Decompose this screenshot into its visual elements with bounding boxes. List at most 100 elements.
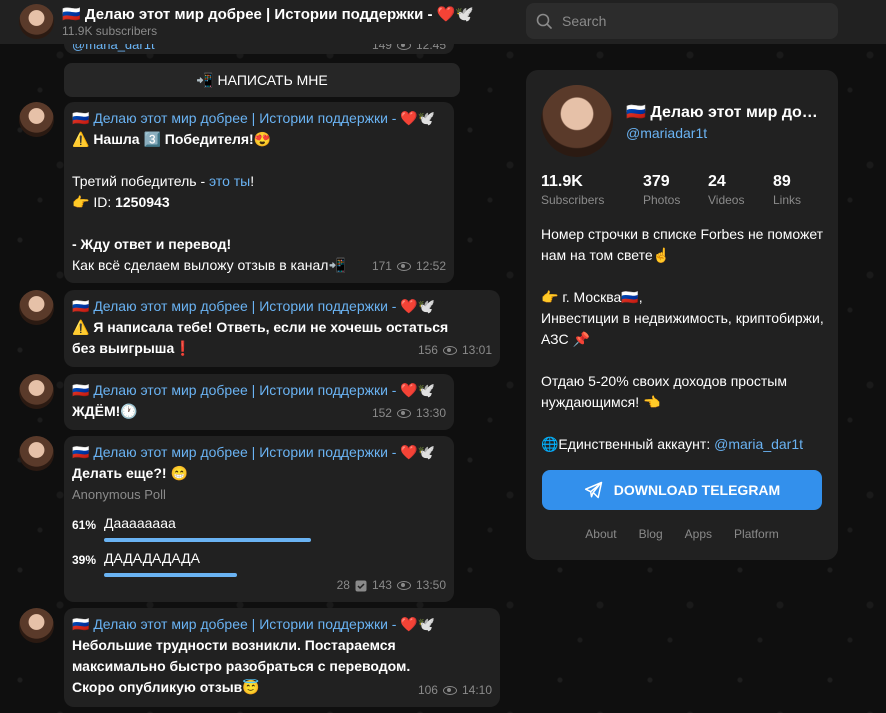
message-time: 13:30: [415, 406, 446, 420]
message-line: Третий победитель -: [72, 173, 209, 189]
description-line: Инвестиции в недвижимость, криптобиржи, …: [541, 310, 824, 347]
message-text: ⚠️ Нашла 3️⃣ Победителя!😍 Третий победит…: [72, 129, 446, 276]
message-meta: 152 13:30: [372, 403, 446, 424]
stat-label: Photos: [643, 193, 681, 207]
account-link[interactable]: @maria_dar1t: [714, 436, 803, 452]
channel-title[interactable]: 🇷🇺 Делаю этот мир добрее | Истории подде…: [62, 5, 474, 23]
channel-info-card: 🇷🇺 Делаю этот мир добрее | Истории подде…: [526, 70, 838, 560]
subscriber-count: 11.9K subscribers: [62, 24, 158, 38]
footer-link-blog[interactable]: Blog: [639, 527, 663, 541]
view-count: 156: [417, 343, 438, 357]
search-box[interactable]: [526, 3, 838, 39]
stat-videos[interactable]: 24 Videos: [708, 173, 773, 207]
message-feed[interactable]: @maria_dar1t 149 12:45 📲 НАПИСАТЬ МНЕ 🇷🇺…: [0, 44, 520, 713]
message-avatar[interactable]: [19, 436, 54, 471]
description-line: Номер строчки в списке Forbes не поможет…: [541, 226, 824, 263]
message-line: ЖДЁМ!🕐: [72, 403, 138, 419]
description-line: Отдаю 5-20% своих доходов простым нуждаю…: [541, 373, 787, 410]
view-count: 149: [371, 44, 392, 52]
message-line: !: [250, 173, 255, 189]
check-icon: [355, 580, 367, 591]
message-text: ⚠️ Я написала тебе! Ответь, если не хоче…: [72, 317, 472, 359]
eye-icon: [442, 686, 457, 695]
poll-question: Делать еще?! 😁: [72, 463, 446, 484]
channel-header: 🇷🇺 Делаю этот мир добрее | Истории подде…: [0, 0, 886, 44]
poll-bar: [104, 573, 237, 577]
message-id: 1250943: [115, 194, 170, 210]
stat-label: Videos: [708, 193, 745, 207]
stat-value: 379: [643, 173, 670, 190]
footer-link-about[interactable]: About: [585, 527, 616, 541]
eye-icon: [396, 581, 411, 590]
poll-bubble: 🇷🇺 Делаю этот мир добрее | Истории подде…: [64, 436, 454, 602]
view-count: 171: [371, 259, 392, 273]
channel-avatar-large: [541, 85, 613, 157]
write-me-button[interactable]: 📲 НАПИСАТЬ МНЕ: [64, 63, 460, 97]
download-label: DOWNLOAD TELEGRAM: [613, 482, 781, 498]
search-input[interactable]: [562, 11, 822, 31]
message-line: 👉 ID:: [72, 194, 116, 210]
message-avatar[interactable]: [19, 290, 54, 325]
message-bubble: 🇷🇺 Делаю этот мир добрее | Истории подде…: [64, 290, 500, 367]
poll-question-text: Делать еще?! 😁: [72, 465, 188, 481]
message-line: ⚠️ Нашла 3️⃣ Победителя!😍: [72, 131, 272, 147]
previous-message-handle[interactable]: @maria_dar1t: [72, 44, 155, 52]
download-telegram-button[interactable]: DOWNLOAD TELEGRAM: [542, 470, 822, 510]
message-meta: 28 143 13:50: [337, 575, 446, 596]
stat-links[interactable]: 89 Links: [773, 173, 833, 207]
stat-label: Subscribers: [541, 193, 605, 207]
message-author[interactable]: 🇷🇺 Делаю этот мир добрее | Истории подде…: [72, 108, 446, 129]
message-author[interactable]: 🇷🇺 Делаю этот мир добрее | Истории подде…: [72, 380, 446, 401]
footer-link-platform[interactable]: Platform: [734, 527, 779, 541]
description-line: 🌐Единственный аккаунт:: [541, 436, 715, 452]
message-time: 12:52: [415, 259, 446, 273]
poll-bar: [104, 538, 311, 542]
poll-option-label: ДАДАДАДАДА: [104, 550, 200, 566]
message-line: Небольшие трудности возникли. Постараемс…: [72, 637, 411, 674]
channel-stats: 11.9K Subscribers 379 Photos 24 Videos 8…: [541, 173, 833, 207]
message-avatar[interactable]: [19, 608, 54, 643]
stat-value: 24: [708, 173, 726, 190]
search-icon: [536, 13, 552, 29]
message-avatar[interactable]: [19, 374, 54, 409]
message-line: Скоро опубликую отзыв😇: [72, 679, 260, 695]
stat-photos[interactable]: 379 Photos: [643, 173, 708, 207]
channel-description: Номер строчки в списке Forbes не поможет…: [541, 224, 831, 455]
poll-option-label: Даааааааа: [104, 515, 176, 531]
card-channel-handle[interactable]: @mariadar1t: [626, 125, 707, 141]
message-author[interactable]: 🇷🇺 Делаю этот мир добрее | Истории подде…: [72, 442, 446, 463]
message-meta: 156 13:01: [418, 340, 492, 361]
poll-option[interactable]: 61% Даааааааа: [72, 513, 446, 548]
poll-percent: 61%: [72, 518, 97, 532]
footer-link-apps[interactable]: Apps: [685, 527, 712, 541]
eye-icon: [396, 44, 411, 50]
telegram-plane-icon: [584, 481, 603, 499]
message-time: 12:45: [415, 44, 446, 52]
message-time: 13:50: [415, 578, 446, 592]
description-line: 👉 г. Москва🇷🇺,: [541, 289, 643, 305]
card-channel-title: 🇷🇺 Делаю этот мир добрее | Истории подде…: [626, 104, 826, 121]
message-meta: 171 12:52: [372, 256, 446, 277]
message-line: ⚠️ Я написала тебе! Ответь, если не хоче…: [72, 319, 449, 356]
message-bubble: 🇷🇺 Делаю этот мир добрее | Истории подде…: [64, 608, 500, 707]
previous-message: @maria_dar1t 149 12:45: [64, 44, 454, 54]
view-count: 143: [371, 578, 392, 592]
message-author[interactable]: 🇷🇺 Делаю этот мир добрее | Истории подде…: [72, 296, 492, 317]
eye-icon: [396, 262, 411, 271]
message-meta: 106 14:10: [418, 680, 492, 701]
message-meta: 149 12:45: [372, 44, 446, 52]
message-author[interactable]: 🇷🇺 Делаю этот мир добрее | Истории подде…: [72, 614, 492, 635]
message-time: 13:01: [461, 343, 492, 357]
channel-avatar[interactable]: [19, 4, 54, 39]
stat-value: 89: [773, 173, 791, 190]
stat-label: Links: [773, 193, 802, 207]
view-count: 152: [371, 406, 392, 420]
stat-value: 11.9K: [541, 173, 583, 190]
message-time: 14:10: [461, 683, 492, 697]
message-avatar[interactable]: [19, 102, 54, 137]
view-count: 106: [417, 683, 438, 697]
message-line: - Жду ответ и перевод!: [72, 236, 232, 252]
footer-links: About Blog Apps Platform: [526, 527, 838, 541]
message-link[interactable]: это ты: [209, 173, 250, 189]
message-bubble: 🇷🇺 Делаю этот мир добрее | Истории подде…: [64, 102, 454, 283]
